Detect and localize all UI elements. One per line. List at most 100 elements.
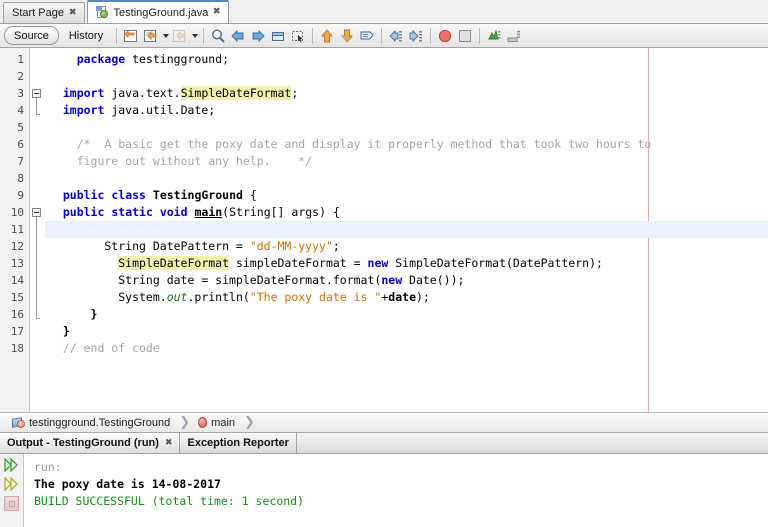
code-line[interactable]: String DatePattern = "dd-MM-yyyy"; [45, 238, 768, 255]
code-line[interactable]: SimpleDateFormat simpleDateFormat = new … [45, 255, 768, 272]
chevron-right-icon: ❯ [179, 415, 191, 430]
code-token: void [159, 205, 188, 219]
shift-line-up-icon[interactable] [317, 26, 337, 46]
code-line[interactable]: figure out without any help. */ [45, 153, 768, 170]
line-number: 6 [17, 138, 24, 151]
rerun-alt-icon[interactable] [3, 476, 20, 492]
line-number: 17 [10, 325, 24, 338]
output-line: BUILD SUCCESSFUL (total time: 1 second) [34, 494, 305, 508]
chevron-down-icon[interactable] [190, 26, 199, 46]
code-line[interactable] [45, 68, 768, 85]
method-icon [198, 417, 208, 428]
toolbar-separator [116, 27, 118, 44]
netbeans-ide-window: Start Page ✖ TestingGround.java ✖ Source… [0, 0, 768, 527]
inspect-icon[interactable] [484, 26, 504, 46]
code-editor[interactable]: 1 2 3 4 5 6 7 8 9 10 11 12 13 14 15 16 17 18 package test… [0, 48, 768, 412]
shift-left-icon[interactable] [386, 26, 406, 46]
code-line[interactable]: } [45, 323, 768, 340]
next-bookmark-arrow-icon[interactable] [248, 26, 268, 46]
close-icon[interactable]: ✖ [213, 7, 221, 17]
code-token: new [367, 256, 389, 270]
line-number: 9 [17, 189, 24, 202]
format-icon[interactable] [504, 26, 524, 46]
editor-toolbar: Source History [0, 24, 768, 48]
code-line[interactable]: import java.text.SimpleDateFormat; [45, 85, 768, 102]
code-fold-column[interactable] [30, 48, 45, 412]
document-tab-testingground-java[interactable]: TestingGround.java ✖ [86, 0, 229, 23]
code-line[interactable]: public static void main(String[] args) { [45, 204, 768, 221]
toolbar-separator [312, 27, 314, 44]
code-line[interactable]: // end of code [45, 340, 768, 357]
code-token: ); [416, 290, 430, 304]
code-token: testingground; [125, 52, 230, 66]
toolbar-separator [381, 27, 383, 44]
line-number: 18 [10, 342, 24, 355]
code-text-area[interactable]: package testingground; import java.text.… [45, 48, 768, 412]
source-view-button[interactable]: Source [4, 26, 59, 45]
line-number: 13 [10, 257, 24, 270]
code-line[interactable] [45, 119, 768, 136]
code-token: SimpleDateFormat(DatePattern); [388, 256, 603, 270]
code-token: new [381, 273, 403, 287]
breadcrumb-item-class[interactable]: testingground.TestingGround [29, 417, 170, 429]
output-line: The poxy date is 14-08-2017 [34, 477, 221, 491]
code-line[interactable]: public class TestingGround { [45, 187, 768, 204]
output-tab-testingground-run[interactable]: Output - TestingGround (run) ✖ [0, 433, 181, 453]
toggle-rectangular-selection-icon[interactable] [268, 26, 288, 46]
fold-range-end [36, 114, 40, 115]
fold-range-end [36, 318, 40, 319]
code-line[interactable]: /* A basic get the poxy date and display… [45, 136, 768, 153]
line-number: 1 [17, 53, 24, 66]
shift-line-down-icon[interactable] [337, 26, 357, 46]
comment-icon[interactable] [357, 26, 377, 46]
output-text-area[interactable]: run: The poxy date is 14-08-2017 BUILD SUC… [24, 454, 768, 527]
shift-right-icon[interactable] [406, 26, 426, 46]
code-line[interactable]: } [45, 306, 768, 323]
toolbar-separator [479, 27, 481, 44]
code-line[interactable]: System.out.println("The poxy date is "+d… [45, 289, 768, 306]
last-edit-icon[interactable] [121, 26, 141, 46]
toggle-bookmark-icon[interactable] [141, 26, 161, 46]
history-view-button[interactable]: History [63, 27, 109, 44]
code-line[interactable] [45, 221, 768, 238]
code-line[interactable]: package testingground; [45, 51, 768, 68]
line-number-gutter: 1 2 3 4 5 6 7 8 9 10 11 12 13 14 15 16 17 18 [0, 48, 30, 412]
code-line[interactable]: String date = simpleDateFormat.format(ne… [45, 272, 768, 289]
code-line[interactable]: import java.util.Date; [45, 102, 768, 119]
chevron-down-icon[interactable] [161, 26, 170, 46]
find-selection-icon[interactable] [208, 26, 228, 46]
line-number: 16 [10, 308, 24, 321]
breadcrumb-item-method[interactable]: main [211, 417, 235, 429]
output-tab-bar: Output - TestingGround (run) ✖ Exception… [0, 433, 768, 454]
stop-icon[interactable] [435, 26, 455, 46]
stop-process-icon[interactable] [4, 496, 19, 511]
fold-collapse-icon[interactable] [32, 89, 41, 98]
stop-square-icon[interactable] [455, 26, 475, 46]
previous-bookmark-arrow-icon[interactable] [228, 26, 248, 46]
output-side-toolbar [0, 454, 24, 527]
close-icon[interactable]: ✖ [165, 438, 173, 448]
code-line[interactable] [45, 170, 768, 187]
code-token: date [388, 290, 416, 304]
code-token: "dd-MM-yyyy" [249, 239, 333, 253]
toolbar-separator [203, 27, 205, 44]
document-tab-bar: Start Page ✖ TestingGround.java ✖ [0, 0, 768, 24]
java-file-icon [95, 6, 109, 19]
code-token: SimpleDateFormat [180, 86, 292, 100]
fold-collapse-icon[interactable] [32, 208, 41, 217]
document-tab-start-page[interactable]: Start Page ✖ [3, 2, 85, 23]
close-icon[interactable]: ✖ [69, 8, 77, 17]
output-tab-label: Output - TestingGround (run) [7, 437, 159, 449]
rectangular-selection-icon[interactable] [288, 26, 308, 46]
code-token: } [49, 307, 98, 321]
output-tab-exception-reporter[interactable]: Exception Reporter [180, 433, 297, 453]
code-token: package [76, 52, 126, 66]
previous-bookmark-icon[interactable] [170, 26, 190, 46]
rerun-icon[interactable] [3, 457, 20, 473]
output-panel: Output - TestingGround (run) ✖ Exception… [0, 433, 768, 527]
code-token: String date = simpleDateFormat.format( [49, 273, 382, 287]
code-token: "The poxy date is " [249, 290, 382, 304]
